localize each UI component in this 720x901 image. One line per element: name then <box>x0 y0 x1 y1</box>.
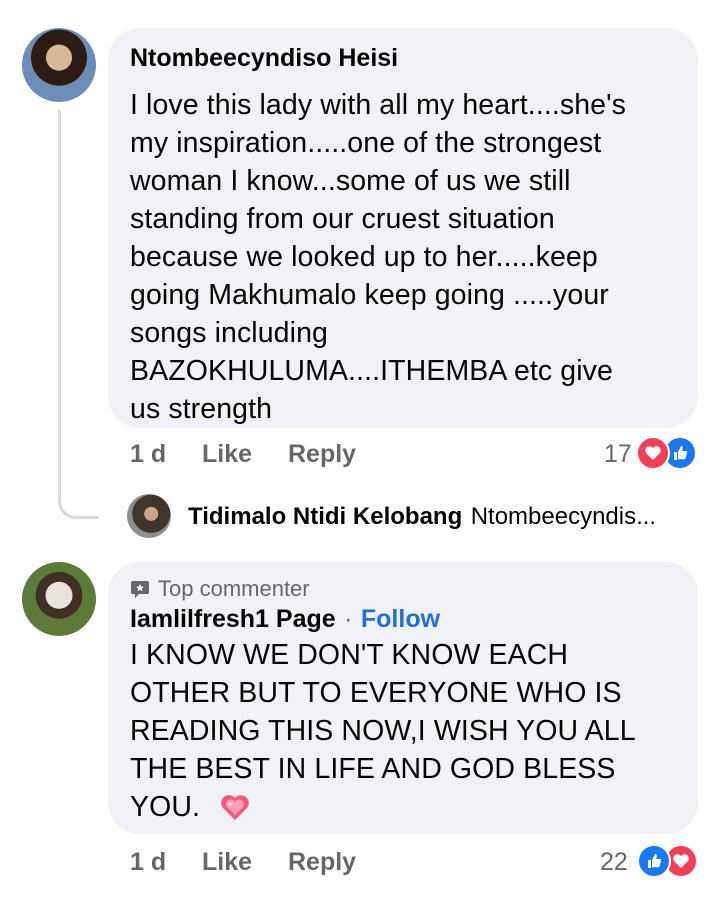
comment-author[interactable]: Iamlilfresh1 Page <box>130 605 336 633</box>
comment-line: THE BEST IN LIFE AND GOD BLESS <box>130 753 616 785</box>
author-row: Iamlilfresh1 Page · Follow <box>130 604 440 634</box>
avatar-ntombeecyndiso[interactable] <box>22 28 96 102</box>
like-reaction-icon[interactable] <box>637 844 671 878</box>
comment-line: songs including <box>130 317 328 349</box>
comment-line: BAZOKHULUMA....ITHEMBA etc give <box>130 355 613 387</box>
comment-line: READING THIS NOW,I WISH YOU ALL <box>130 715 636 747</box>
timestamp[interactable]: 1 d <box>130 440 166 469</box>
reply-thread-line <box>58 110 99 519</box>
comment-body: I KNOW WE DON'T KNOW EACH OTHER BUT TO E… <box>130 636 690 826</box>
comment-line: OTHER BUT TO EVERYONE WHO IS <box>130 677 622 709</box>
comment-line: going Makhumalo keep going .....your <box>130 279 609 311</box>
like-button[interactable]: Like <box>202 440 252 469</box>
comment-line: woman I know...some of us we still <box>130 165 571 197</box>
comment-bubble: Ntombeecyndiso Heisi I love this lady wi… <box>108 28 698 428</box>
follow-link[interactable]: Follow <box>361 605 440 633</box>
comment-line: us strength <box>130 393 273 425</box>
reply-preview[interactable]: Tidimalo Ntidi Kelobang Ntombeecyndis... <box>188 503 656 531</box>
timestamp[interactable]: 1 d <box>130 848 166 877</box>
speech-bubble-icon <box>130 579 150 599</box>
reply-snippet: Ntombeecyndis... <box>470 503 657 530</box>
comment-line: because we looked up to her.....keep <box>130 241 598 273</box>
reply-author[interactable]: Tidimalo Ntidi Kelobang <box>188 503 462 530</box>
comment-line: I love this lady with all my heart....sh… <box>130 89 627 121</box>
comment-bubble: Top commenter Iamlilfresh1 Page · Follow… <box>108 562 698 834</box>
comment-author[interactable]: Ntombeecyndiso Heisi <box>130 43 398 73</box>
comment-line-text: YOU. <box>130 791 201 823</box>
comment-line: standing from our cruest situation <box>130 203 555 235</box>
comment-actions: 1 d Like Reply <box>130 440 430 472</box>
reaction-count[interactable]: 22 <box>600 848 628 877</box>
comment-line: my inspiration.....one of the strongest <box>130 127 602 159</box>
avatar-iamlilfresh1[interactable] <box>22 562 96 636</box>
comment-body: I love this lady with all my heart....sh… <box>130 86 690 428</box>
reply-button[interactable]: Reply <box>288 848 356 877</box>
sparkling-heart-icon <box>220 794 250 822</box>
reaction-count[interactable]: 17 <box>604 440 632 469</box>
top-commenter-badge: Top commenter <box>130 576 310 602</box>
love-reaction-icon[interactable] <box>636 436 670 470</box>
avatar-tidimalo[interactable] <box>127 494 171 538</box>
separator: · <box>344 605 353 633</box>
badge-label: Top commenter <box>158 576 310 601</box>
reply-button[interactable]: Reply <box>288 440 356 469</box>
comment-line: I KNOW WE DON'T KNOW EACH <box>130 639 569 671</box>
comment-actions: 1 d Like Reply <box>130 848 430 880</box>
comment-line: YOU. <box>130 788 690 826</box>
like-button[interactable]: Like <box>202 848 252 877</box>
